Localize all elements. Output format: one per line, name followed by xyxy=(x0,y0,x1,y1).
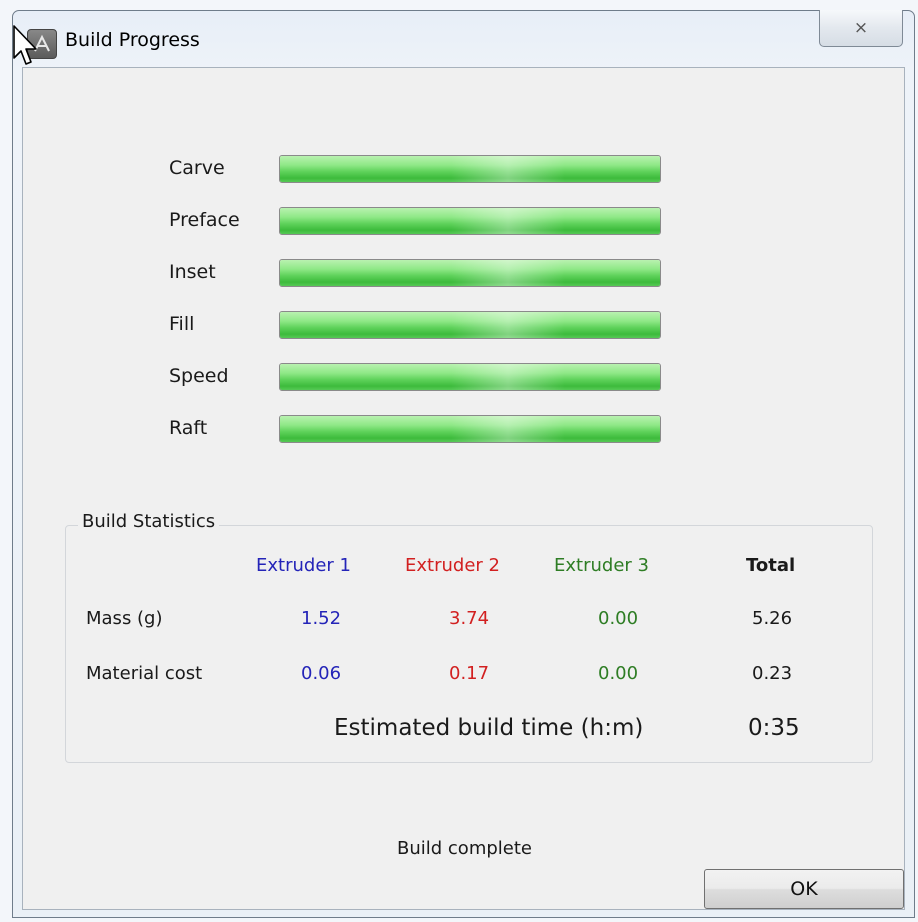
progress-row-carve: Carve xyxy=(23,155,723,185)
progress-bar-carve xyxy=(279,155,661,183)
progress-fill xyxy=(280,312,660,338)
progress-label: Raft xyxy=(169,417,208,439)
progress-bar-preface xyxy=(279,207,661,235)
header-extruder-2: Extruder 2 xyxy=(405,555,500,576)
progress-fill xyxy=(280,260,660,286)
progress-bar-raft xyxy=(279,415,661,443)
progress-row-raft: Raft xyxy=(23,415,723,445)
row-label-material-cost: Material cost xyxy=(86,663,203,684)
progress-row-inset: Inset xyxy=(23,259,723,289)
mass-total: 5.26 xyxy=(752,608,793,629)
progress-fill xyxy=(280,208,660,234)
progress-bar-fill xyxy=(279,311,661,339)
header-extruder-3: Extruder 3 xyxy=(554,555,649,576)
progress-label: Fill xyxy=(169,313,195,335)
mass-extruder-1: 1.52 xyxy=(301,608,342,629)
progress-label: Speed xyxy=(169,365,229,387)
build-status-text: Build complete xyxy=(397,838,532,859)
progress-fill xyxy=(280,156,660,182)
row-label-mass: Mass (g) xyxy=(86,608,163,629)
dialog-content: Carve Preface Inset Fill Speed Raft Buil… xyxy=(22,67,905,910)
mass-extruder-2: 3.74 xyxy=(449,608,490,629)
progress-label: Carve xyxy=(169,157,225,179)
close-icon: ⨯ xyxy=(853,18,869,38)
close-button[interactable]: ⨯ xyxy=(819,10,903,47)
build-progress-window: Build Progress ⨯ Carve Preface Inset Fil… xyxy=(12,10,915,918)
progress-row-speed: Speed xyxy=(23,363,723,393)
build-statistics-label: Build Statistics xyxy=(78,511,220,532)
cost-total: 0.23 xyxy=(752,663,793,684)
build-statistics-group: Build Statistics Extruder 1 Extruder 2 E… xyxy=(65,511,873,763)
progress-bar-inset xyxy=(279,259,661,287)
title-bar[interactable]: Build Progress ⨯ xyxy=(13,10,914,67)
header-total: Total xyxy=(746,555,796,576)
progress-row-preface: Preface xyxy=(23,207,723,237)
estimated-build-time-value: 0:35 xyxy=(748,715,800,741)
mass-extruder-3: 0.00 xyxy=(598,608,639,629)
window-title: Build Progress xyxy=(65,29,200,51)
progress-bar-speed xyxy=(279,363,661,391)
cost-extruder-2: 0.17 xyxy=(449,663,490,684)
cost-extruder-1: 0.06 xyxy=(301,663,342,684)
mouse-pointer-icon xyxy=(13,25,37,65)
progress-row-fill: Fill xyxy=(23,311,723,341)
cost-extruder-3: 0.00 xyxy=(598,663,639,684)
progress-label: Preface xyxy=(169,209,240,231)
progress-fill xyxy=(280,364,660,390)
ok-button[interactable]: OK xyxy=(704,869,904,909)
estimated-build-time-label: Estimated build time (h:m) xyxy=(334,715,644,741)
progress-fill xyxy=(280,416,660,442)
header-extruder-1: Extruder 1 xyxy=(256,555,351,576)
progress-label: Inset xyxy=(169,261,216,283)
